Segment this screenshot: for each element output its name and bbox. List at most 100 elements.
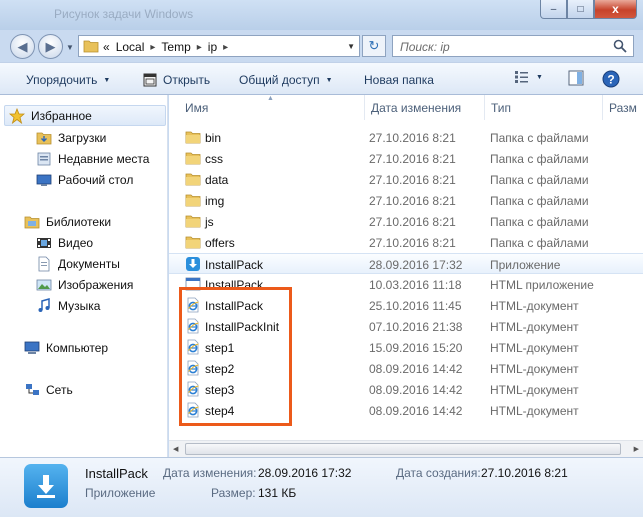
preview-pane-button[interactable] <box>568 70 584 86</box>
file-type: HTML-документ <box>490 299 579 313</box>
nav-computer[interactable]: Компьютер <box>24 337 108 358</box>
organize-button[interactable]: Упорядочить ▼ <box>26 73 110 87</box>
details-pane: InstallPack Приложение Дата изменения: 2… <box>0 457 643 517</box>
nav-favorites[interactable]: Избранное <box>4 105 166 126</box>
column-header-type[interactable]: Тип <box>485 95 603 120</box>
music-note-icon <box>38 297 50 312</box>
maximize-button[interactable]: □ <box>567 0 594 19</box>
help-icon: ? <box>602 70 620 88</box>
file-name: data <box>205 173 229 187</box>
file-date-modified: 27.10.2016 8:21 <box>369 236 456 250</box>
file-type: Приложение <box>490 258 561 272</box>
file-date-modified: 15.09.2016 15:20 <box>369 341 463 355</box>
folder-icon <box>185 213 201 232</box>
breadcrumb-ip[interactable]: ip <box>208 40 217 54</box>
libraries-icon <box>24 216 40 228</box>
breadcrumb-overflow[interactable]: « <box>103 40 110 54</box>
column-header-date[interactable]: Дата изменения <box>365 95 485 120</box>
video-icon <box>37 237 51 248</box>
nav-images[interactable]: Изображения <box>36 274 133 295</box>
nav-video[interactable]: Видео <box>36 232 93 253</box>
recent-pages-dropdown[interactable]: ▼ <box>66 43 74 52</box>
nav-libraries[interactable]: Библиотеки <box>24 211 111 232</box>
file-date-modified: 25.10.2016 11:45 <box>369 299 462 313</box>
table-row[interactable]: js 27.10.2016 8:21 Папка с файлами <box>169 211 643 232</box>
view-options-button[interactable]: ▼ <box>514 70 543 84</box>
column-header-name[interactable]: Имя ▲ <box>179 95 365 120</box>
search-input[interactable]: Поиск: ip <box>392 35 634 57</box>
window-title: Рисунок задачи Windows <box>54 7 194 21</box>
close-button[interactable]: x <box>594 0 637 19</box>
star-icon <box>9 107 25 124</box>
open-button[interactable]: Открыть <box>143 73 210 87</box>
images-icon <box>36 279 52 290</box>
horizontal-scrollbar[interactable]: ◀ ▶ <box>169 440 643 457</box>
scrollbar-thumb[interactable] <box>185 443 621 455</box>
installer-icon <box>24 464 68 508</box>
details-file-name: InstallPack <box>85 466 148 481</box>
file-date-modified: 08.09.2016 14:42 <box>369 383 463 397</box>
file-type: HTML-документ <box>490 341 579 355</box>
share-button[interactable]: Общий доступ ▼ <box>239 73 333 87</box>
nav-documents[interactable]: Документы <box>36 253 120 274</box>
chevron-down-icon: ▼ <box>325 76 333 84</box>
forward-button[interactable]: ▶ <box>38 34 63 59</box>
file-type: Папка с файлами <box>490 215 589 229</box>
file-date-modified: 08.09.2016 14:42 <box>369 362 463 376</box>
nav-music[interactable]: Музыка <box>36 295 100 316</box>
forward-arrow-icon: ▶ <box>45 38 56 54</box>
nav-desktop[interactable]: Рабочий стол <box>36 169 133 190</box>
details-created-label: Дата создания: <box>396 466 481 480</box>
chevron-right-icon[interactable]: ▸ <box>150 42 155 53</box>
folder-icon <box>185 192 201 211</box>
file-date-modified: 28.09.2016 17:32 <box>369 258 463 272</box>
table-row[interactable]: img 27.10.2016 8:21 Папка с файлами <box>169 190 643 211</box>
details-created-value: 27.10.2016 8:21 <box>481 466 568 480</box>
nav-network[interactable]: Сеть <box>24 379 73 400</box>
chevron-right-icon[interactable]: ▸ <box>197 42 202 53</box>
nav-recent-places[interactable]: Недавние места <box>36 148 149 169</box>
scroll-right-icon[interactable]: ▶ <box>634 445 639 453</box>
help-button[interactable]: ? <box>602 70 620 88</box>
refresh-button[interactable]: ↻ <box>362 35 386 57</box>
file-type: Папка с файлами <box>490 131 589 145</box>
table-row[interactable]: InstallPack 28.09.2016 17:32 Приложение <box>169 253 643 274</box>
file-date-modified: 27.10.2016 8:21 <box>369 215 456 229</box>
column-header-size[interactable]: Разм <box>603 95 643 120</box>
minimize-button[interactable]: – <box>540 0 567 19</box>
file-type: HTML-документ <box>490 362 579 376</box>
folder-icon <box>185 234 201 253</box>
back-button[interactable]: ◀ <box>10 34 35 59</box>
table-row[interactable]: bin 27.10.2016 8:21 Папка с файлами <box>169 127 643 148</box>
address-row: ◀ ▶ ▼ « Local ▸ Temp ▸ ip ▸ ▼ ↻ Поиск: i… <box>0 30 643 62</box>
details-size-label: Размер: <box>211 486 256 500</box>
table-row[interactable]: offers 27.10.2016 8:21 Папка с файлами <box>169 232 643 253</box>
file-date-modified: 08.09.2016 14:42 <box>369 404 463 418</box>
table-row[interactable]: data 27.10.2016 8:21 Папка с файлами <box>169 169 643 190</box>
svg-text:?: ? <box>607 73 614 87</box>
breadcrumb-temp[interactable]: Temp <box>161 40 190 54</box>
view-list-icon <box>515 71 528 83</box>
documents-icon <box>38 256 50 271</box>
scroll-left-icon[interactable]: ◀ <box>173 445 178 453</box>
file-name: css <box>205 152 223 166</box>
nav-downloads[interactable]: Загрузки <box>36 127 106 148</box>
refresh-icon: ↻ <box>368 38 380 53</box>
breadcrumb-local[interactable]: Local <box>116 40 145 54</box>
table-row[interactable]: css 27.10.2016 8:21 Папка с файлами <box>169 148 643 169</box>
file-date-modified: 27.10.2016 8:21 <box>369 152 456 166</box>
preview-pane-icon <box>568 70 584 86</box>
chevron-right-icon[interactable]: ▸ <box>223 42 228 53</box>
command-bar: Упорядочить ▼ Открыть Общий доступ ▼ Новая… <box>0 62 643 95</box>
details-modified-value: 28.09.2016 17:32 <box>258 466 352 480</box>
navigation-pane: Избранное Загрузки Недавние места Рабочи… <box>0 95 168 457</box>
recent-places-icon <box>37 152 51 165</box>
file-type: Папка с файлами <box>490 152 589 166</box>
file-name: offers <box>205 236 235 250</box>
file-date-modified: 27.10.2016 8:21 <box>369 173 456 187</box>
new-folder-button[interactable]: Новая папка <box>364 73 434 87</box>
file-type: HTML приложение <box>490 278 594 292</box>
address-dropdown-icon[interactable]: ▼ <box>347 42 355 51</box>
address-bar[interactable]: « Local ▸ Temp ▸ ip ▸ ▼ <box>78 35 360 57</box>
file-type: Папка с файлами <box>490 173 589 187</box>
